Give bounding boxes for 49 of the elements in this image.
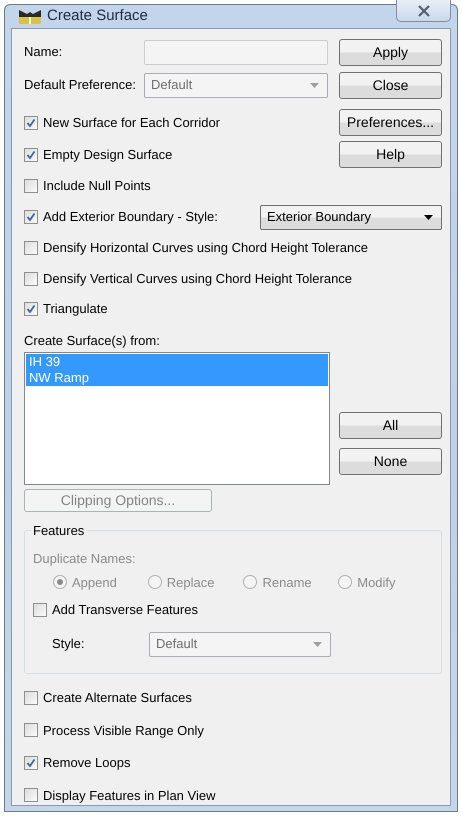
checkbox[interactable] — [24, 302, 38, 316]
all-button[interactable]: All — [339, 412, 442, 439]
radio-label: Append — [72, 574, 117, 592]
checkbox-label: Triangulate — [43, 300, 108, 318]
close-icon — [416, 4, 430, 17]
name-label: Name: — [24, 43, 62, 62]
dropdown-arrow-icon — [313, 642, 322, 646]
checkbox[interactable] — [24, 241, 38, 255]
close-button[interactable]: Close — [339, 72, 442, 98]
checkbox[interactable] — [24, 272, 38, 286]
checkbox[interactable] — [24, 788, 38, 802]
checkbox-label: Remove Loops — [43, 754, 130, 772]
preferences-button[interactable]: Preferences... — [339, 109, 442, 136]
checkbox-label: Densify Vertical Curves using Chord Height Tolerance — [43, 270, 352, 288]
checkbox-label: Process Visible Range Only — [43, 722, 204, 740]
window-title: Create Surface — [47, 6, 148, 26]
checkbox[interactable] — [24, 756, 38, 770]
duplicate-names-label: Duplicate Names: — [33, 550, 136, 568]
checkbox[interactable] — [24, 690, 38, 705]
checkbox-label: Add Exterior Boundary - Style: — [43, 208, 218, 226]
checkbox-label: New Surface for Each Corridor — [43, 114, 220, 132]
radio-label: Replace — [166, 574, 214, 592]
checkbox[interactable] — [24, 148, 38, 162]
checkbox-label: Include Null Points — [43, 177, 151, 196]
checkbox[interactable] — [24, 723, 38, 738]
close-button[interactable] — [396, 0, 451, 22]
default-preference-label: Default Preference: — [24, 76, 136, 94]
dropdown-value: Default — [151, 76, 192, 94]
checkbox-label: Add Transverse Features — [52, 601, 198, 619]
checkbox-label: Create Alternate Surfaces — [43, 689, 192, 707]
help-button[interactable]: Help — [339, 141, 442, 168]
dropdown-arrow-icon — [424, 214, 433, 220]
checkbox-label: Display Features in Plan View — [43, 786, 216, 805]
radio-label: Modify — [357, 574, 396, 592]
apply-button[interactable]: Apply — [339, 38, 442, 66]
dropdown-value: Default — [156, 635, 198, 654]
style-label: Style: — [52, 635, 86, 654]
boundary-style-dropdown[interactable]: Exterior Boundary — [260, 204, 442, 230]
app-icon — [19, 8, 41, 24]
list-label: Create Surface(s) from: — [24, 332, 160, 348]
checkbox-label: Densify Horizontal Curves using Chord Height Tolerance — [43, 239, 368, 258]
checkbox[interactable] — [24, 210, 38, 224]
dropdown-arrow-icon — [310, 82, 319, 88]
radio-label: Rename — [262, 574, 312, 592]
checkbox[interactable] — [24, 179, 38, 193]
none-button[interactable]: None — [339, 448, 442, 475]
checkbox-label: Empty Design Surface — [43, 146, 172, 164]
checkbox[interactable] — [24, 116, 38, 130]
dropdown-value: Exterior Boundary — [267, 208, 372, 226]
